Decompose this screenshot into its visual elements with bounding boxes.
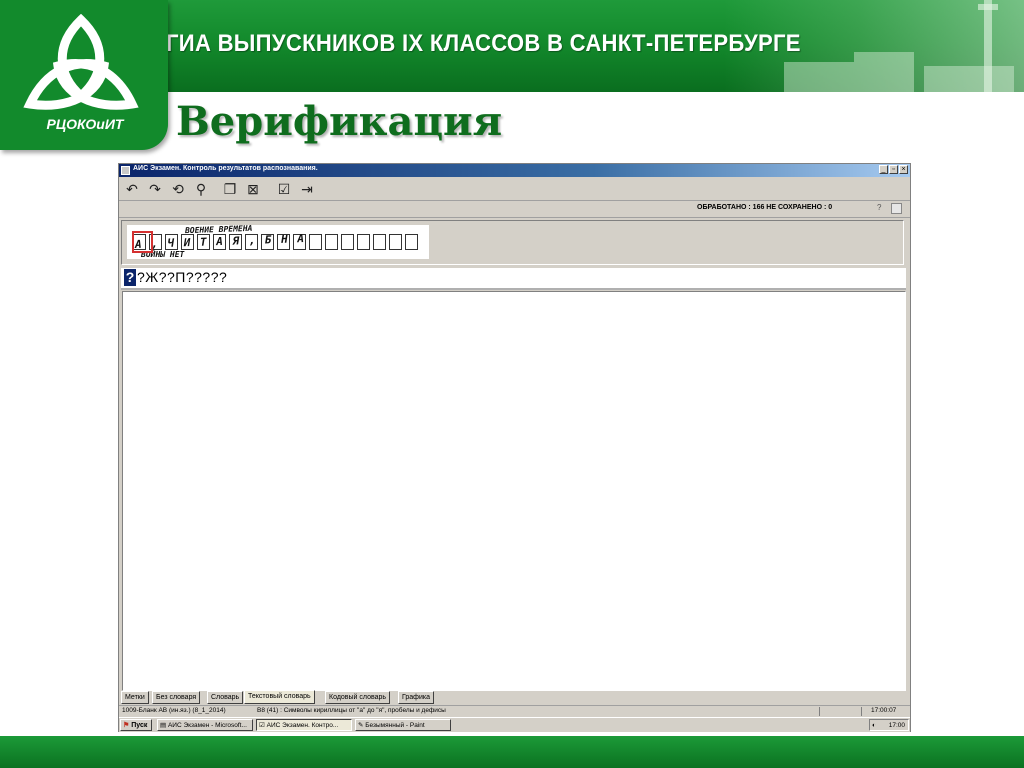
tabs: Метки Без словаря Словарь Текстовый слов…: [119, 690, 910, 704]
delete-icon[interactable]: ⊠: [244, 180, 262, 198]
tray-clock: 17:00: [888, 722, 905, 729]
help-icon[interactable]: ?: [877, 203, 881, 212]
window-mode-icon[interactable]: [891, 203, 902, 214]
task-label: АИС Экзамен - Microsoft...: [167, 722, 247, 729]
processed-counter: ОБРАБОТАНО : 166 НЕ СОХРАНЕНО : 0: [697, 204, 833, 211]
redo-icon[interactable]: ↷: [146, 180, 164, 198]
status-field: В8 (41) : Символы кириллицы от "а" до "я…: [257, 707, 446, 714]
exit-icon[interactable]: ⇥: [298, 180, 316, 198]
tab-marks[interactable]: Метки: [121, 691, 149, 704]
logo-text: РЦОКОиИТ: [46, 116, 124, 132]
slide-title: Верификация: [176, 98, 503, 145]
counter-bar: ОБРАБОТАНО : 166 НЕ СОХРАНЕНО : 0 ?: [119, 201, 910, 218]
undo-icon[interactable]: ↶: [123, 180, 141, 198]
recognized-text: ?Ж??П?????: [137, 269, 228, 285]
task-label: АИС Экзамен. Контро...: [266, 722, 339, 729]
app-icon: [121, 166, 130, 175]
maximize-button[interactable]: ▫: [889, 165, 898, 174]
windows-flag-icon: ⚑: [123, 722, 130, 729]
taskbar: ⚑ Пуск ▤ АИС Экзамен - Microsoft... ☑ АИ…: [119, 717, 910, 732]
answer-field[interactable]: ? ?Ж??П?????: [121, 268, 906, 290]
triquetra-logo-icon: [23, 14, 139, 110]
current-char-selector: [132, 231, 153, 253]
work-area[interactable]: [122, 291, 906, 691]
taskbar-item-ais-control[interactable]: ☑ АИС Экзамен. Контро...: [256, 719, 352, 731]
zoom-icon[interactable]: ⚲: [192, 180, 210, 198]
bottom-status-bar: 1009-Бланк АВ (ин.яз.) (8_1_2014) В8 (41…: [119, 705, 910, 717]
task-label: Безымянный - Paint: [365, 722, 425, 729]
tab-code-dictionary[interactable]: Кодовый словарь: [325, 691, 391, 704]
copy-icon[interactable]: ❐: [221, 180, 239, 198]
tab-graphics[interactable]: Графика: [398, 691, 434, 704]
tab-dictionary[interactable]: Словарь: [207, 691, 244, 704]
accept-icon[interactable]: ☑: [275, 180, 293, 198]
start-button[interactable]: ⚑ Пуск: [120, 719, 152, 731]
slide-footer: [0, 736, 1024, 768]
start-label: Пуск: [131, 722, 148, 729]
tray-icon[interactable]: ◐: [870, 720, 876, 732]
status-time: 17:00:07: [871, 707, 897, 714]
tab-no-dictionary[interactable]: Без словаря: [152, 691, 201, 704]
scanned-field-image[interactable]: ВОЕНИЕ ВРЕМЕНА А , Ч И Т А Я , Б Н А ВОЙ…: [127, 224, 429, 259]
taskbar-item-ais-word[interactable]: ▤ АИС Экзамен - Microsoft...: [157, 719, 253, 731]
minimize-button[interactable]: _: [879, 165, 888, 174]
tab-text-dictionary[interactable]: Текстовый словарь: [244, 690, 315, 704]
slide-header-title: ГИА ВЫПУСКНИКОВ IX КЛАССОВ В САНКТ-ПЕТЕР…: [166, 30, 801, 57]
status-form: 1009-Бланк АВ (ин.яз.) (8_1_2014): [122, 707, 226, 714]
close-button[interactable]: ×: [899, 165, 908, 174]
app-window: АИС Экзамен. Контроль результатов распоз…: [118, 163, 911, 732]
logo: РЦОКОиИТ: [0, 0, 168, 150]
toolbar: ↶ ↷ ⟲ ⚲ ❐ ⊠ ☑ ⇥: [119, 178, 910, 201]
scan-image-panel: ВОЕНИЕ ВРЕМЕНА А , Ч И Т А Я , Б Н А ВОЙ…: [121, 220, 904, 265]
refresh-icon[interactable]: ⟲: [169, 180, 187, 198]
system-tray: ◐ 17:00: [869, 719, 909, 731]
answer-cursor: ?: [124, 269, 136, 286]
window-titlebar[interactable]: АИС Экзамен. Контроль результатов распоз…: [119, 164, 910, 177]
window-title: АИС Экзамен. Контроль результатов распоз…: [133, 165, 318, 172]
taskbar-item-paint[interactable]: ✎ Безымянный - Paint: [355, 719, 451, 731]
